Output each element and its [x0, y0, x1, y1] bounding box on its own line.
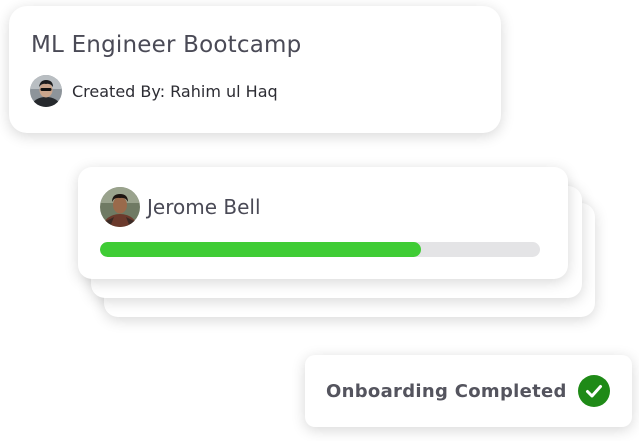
- progress-bar-fill: [100, 242, 422, 257]
- status-badge: Onboarding Completed: [305, 355, 632, 427]
- learner-avatar: [100, 187, 140, 227]
- status-label: Onboarding Completed: [326, 380, 567, 402]
- creator-avatar: [30, 75, 62, 107]
- creator-label: Created By: Rahim ul Haq: [72, 81, 278, 101]
- check-circle-icon: [577, 375, 610, 407]
- onboarding-illustration: ML Engineer Bootcamp Created By: Rahim u…: [0, 0, 639, 441]
- course-title: ML Engineer Bootcamp: [31, 32, 302, 58]
- learner-row: Jerome Bell: [100, 187, 261, 227]
- learner-card[interactable]: Jerome Bell: [78, 167, 568, 279]
- progress-bar: [100, 242, 540, 257]
- course-card[interactable]: ML Engineer Bootcamp Created By: Rahim u…: [9, 6, 501, 133]
- learner-name: Jerome Bell: [147, 195, 261, 219]
- creator-row: Created By: Rahim ul Haq: [30, 75, 278, 107]
